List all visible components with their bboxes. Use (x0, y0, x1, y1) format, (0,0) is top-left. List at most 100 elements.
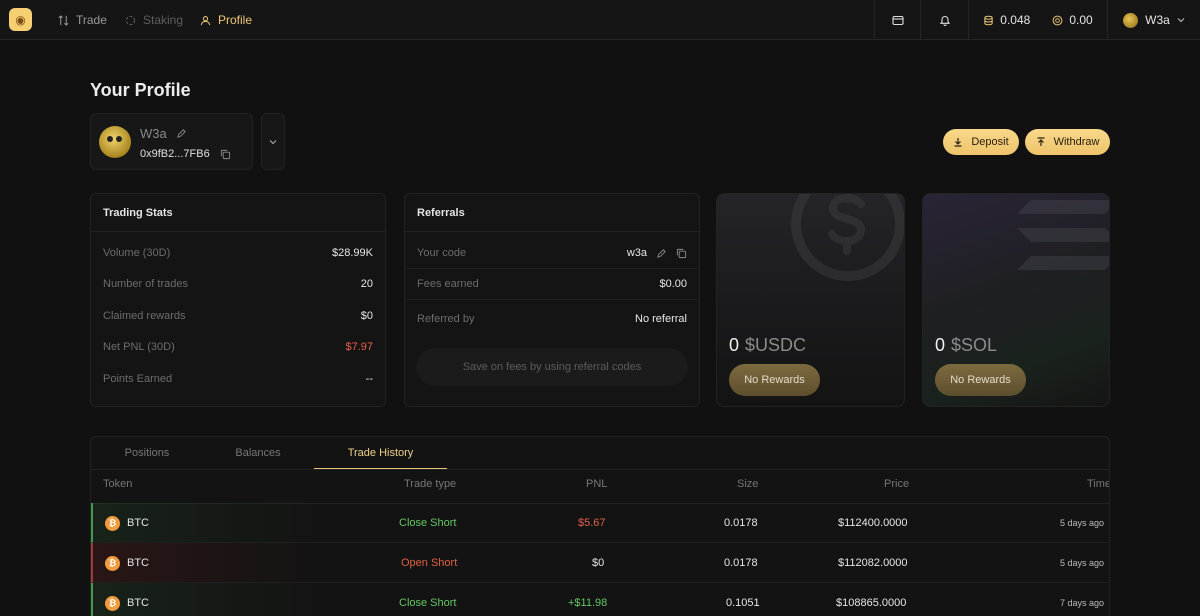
divider (405, 231, 699, 232)
referral-row-fees: Fees earned $0.00 (417, 276, 687, 292)
top-navigation-bar: ◉ Trade Staking Profile 0.048 0.00 W3a (0, 0, 1200, 40)
deposit-button[interactable]: Deposit (943, 129, 1019, 155)
usdc-reward-card: 0 $USDC No Rewards (716, 193, 905, 407)
stat-row-points: Points Earned -- (103, 371, 373, 387)
token-name: BTC (127, 517, 149, 529)
stat-value: $7.97 (345, 341, 373, 353)
sol-reward-card: 0 $SOL No Rewards (922, 193, 1110, 407)
referral-label: Referred by (417, 313, 475, 325)
balance-1-value: 0.048 (1000, 13, 1031, 27)
column-header-trade-type[interactable]: Trade type (404, 478, 456, 490)
stat-row-pnl: Net PNL (30D) $7.97 (103, 339, 373, 355)
reward-amount-value: 0 (935, 335, 946, 355)
edit-name-icon[interactable] (176, 128, 187, 139)
referral-banner[interactable]: Save on fees by using referral codes (416, 348, 688, 386)
time-cell: 5 days ago (1060, 518, 1105, 528)
sol-reward-amount: 0 $SOL (935, 335, 997, 356)
nav-profile-label: Profile (218, 13, 253, 27)
bell-icon (939, 16, 950, 26)
stat-value: $0 (360, 310, 373, 322)
referrals-card: Referrals Your code w3a Fees earned $0.0… (404, 193, 700, 407)
trade-icon (58, 15, 69, 25)
trade-type-cell: Close Short (399, 597, 457, 609)
usdc-watermark-icon (791, 194, 904, 281)
price-cell: $112400.0000 (838, 517, 908, 529)
user-menu-button[interactable]: W3a (1107, 0, 1200, 40)
download-icon (954, 138, 962, 147)
column-header-time[interactable]: Time (1087, 478, 1109, 490)
referral-code-value: w3a (626, 247, 647, 259)
deposit-label: Deposit (971, 136, 1009, 148)
balance-2: 0.00 (1052, 13, 1093, 27)
stat-value: 20 (360, 278, 373, 290)
notifications-button[interactable] (920, 0, 968, 40)
column-header-token[interactable]: Token (103, 478, 132, 490)
edit-code-icon[interactable] (656, 248, 667, 259)
balances-display[interactable]: 0.048 0.00 (968, 0, 1107, 40)
chevron-down-icon (1177, 18, 1185, 23)
profile-avatar (99, 126, 131, 158)
time-cell: 5 days ago (1060, 558, 1105, 568)
upload-icon (1037, 137, 1045, 146)
pnl-cell: $0 (592, 557, 605, 569)
price-cell: $108865.0000 (836, 597, 907, 609)
pnl-cell: $5.67 (578, 517, 606, 529)
table-row[interactable]: ₿ BTC Close Short +$11.98 0.1051 $108865… (91, 583, 1109, 616)
profile-name-row: W3a (140, 126, 187, 141)
profile-dropdown-button[interactable] (261, 113, 285, 170)
referral-value: No referral (635, 313, 687, 325)
staking-icon (125, 15, 136, 25)
sol-no-rewards-button[interactable]: No Rewards (935, 364, 1026, 396)
withdraw-button[interactable]: Withdraw (1025, 129, 1110, 155)
profile-card: W3a 0x9fB2...7FB6 (90, 113, 253, 170)
balance-1: 0.048 (983, 13, 1030, 27)
nav-staking-label: Staking (143, 13, 184, 27)
copy-address-icon[interactable] (220, 149, 231, 160)
trade-type-cell: Open Short (401, 557, 458, 569)
coins-stack-icon (984, 15, 993, 25)
tab-positions[interactable]: Positions (91, 437, 203, 469)
token-cell: ₿ BTC (105, 583, 149, 616)
token-name: BTC (127, 597, 149, 609)
table-row[interactable]: ₿ BTC Close Short $5.67 0.0178 $112400.0… (91, 503, 1109, 543)
copy-code-icon[interactable] (676, 248, 687, 259)
token-name: BTC (127, 557, 149, 569)
referral-value: $0.00 (659, 278, 687, 290)
size-cell: 0.0178 (724, 517, 758, 529)
nav-trade[interactable]: Trade (58, 0, 107, 40)
token-cell: ₿ BTC (105, 503, 149, 543)
chevron-down-icon (269, 139, 277, 144)
stat-row-claimed: Claimed rewards $0 (103, 308, 373, 324)
nav-staking[interactable]: Staking (125, 0, 183, 40)
wallet-button[interactable] (874, 0, 920, 40)
reward-amount-value: 0 (729, 335, 740, 355)
withdraw-label: Withdraw (1053, 136, 1100, 148)
usdc-no-rewards-button[interactable]: No Rewards (729, 364, 820, 396)
table-row[interactable]: ₿ BTC Open Short $0 0.0178 $112082.0000 … (91, 543, 1109, 583)
column-header-price[interactable]: Price (884, 478, 909, 490)
token-cell: ₿ BTC (105, 543, 149, 583)
balance-2-value: 0.00 (1069, 13, 1093, 27)
wallet-address-row: 0x9fB2...7FB6 (140, 148, 231, 160)
username-label: W3a (1145, 13, 1170, 27)
wallet-address: 0x9fB2...7FB6 (140, 148, 210, 160)
stat-label: Net PNL (30D) (103, 341, 175, 353)
coin-icon (1052, 15, 1063, 25)
column-header-pnl[interactable]: PNL (586, 478, 607, 490)
app-logo-icon[interactable]: ◉ (9, 8, 32, 31)
referral-label: Fees earned (417, 278, 479, 290)
btc-icon: ₿ (105, 555, 120, 571)
column-header-size[interactable]: Size (737, 478, 758, 490)
stat-value: -- (365, 373, 373, 385)
nav-profile[interactable]: Profile (200, 0, 252, 40)
stat-row-volume: Volume (30D) $28.99K (103, 245, 373, 261)
tab-trade-history[interactable]: Trade History (314, 437, 447, 469)
tab-balances[interactable]: Balances (202, 437, 314, 469)
time-cell: 7 days ago (1060, 598, 1105, 608)
stat-label: Volume (30D) (103, 247, 171, 259)
page-title: Your Profile (90, 80, 191, 100)
stat-row-trades: Number of trades 20 (103, 276, 373, 292)
referral-row-referred-by: Referred by No referral (417, 311, 687, 327)
trading-stats-title: Trading Stats (103, 207, 173, 219)
pnl-cell: +$11.98 (568, 597, 608, 609)
